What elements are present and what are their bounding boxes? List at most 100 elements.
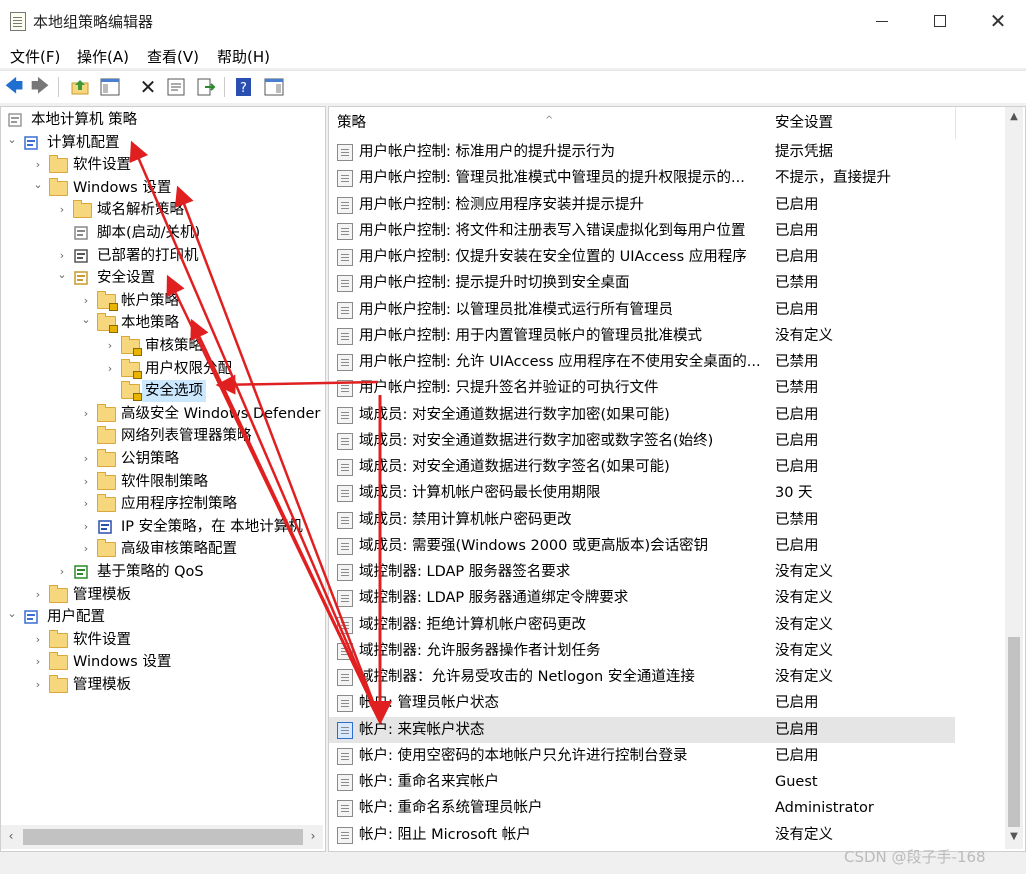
scroll-down-icon[interactable]: ▼: [1007, 831, 1021, 842]
collapse-chevron-icon[interactable]: ⌄: [7, 606, 17, 628]
tree-node[interactable]: 本地计算机 策略: [1, 109, 323, 131]
expand-chevron-icon[interactable]: ›: [81, 516, 91, 538]
policy-row[interactable]: 域控制器: 允许服务器操作者计划任务 没有定义: [329, 638, 955, 664]
tree-node[interactable]: ⌄ 计算机配置: [1, 132, 323, 154]
tree-node[interactable]: › 已部署的打印机: [1, 245, 323, 267]
back-arrow-icon[interactable]: 🡄: [4, 77, 24, 97]
policy-row[interactable]: 用户帐户控制: 管理员批准模式中管理员的提升权限提示的... 不提示，直接提升: [329, 165, 955, 191]
policy-row[interactable]: 用户帐户控制: 将文件和注册表写入错误虚拟化到每用户位置 已启用: [329, 218, 955, 244]
tree-node[interactable]: › 审核策略: [1, 335, 323, 357]
policy-row[interactable]: 用户帐户控制: 允许 UIAccess 应用程序在不使用安全桌面的... 已禁用: [329, 349, 955, 375]
policy-row[interactable]: 域控制器：允许易受攻击的 Netlogon 安全通道连接 没有定义: [329, 664, 955, 690]
policy-row[interactable]: 用户帐户控制: 仅提升安装在安全位置的 UIAccess 应用程序 已启用: [329, 244, 955, 270]
expand-chevron-icon[interactable]: ›: [105, 335, 115, 357]
tree-node[interactable]: ⌄ Windows 设置: [1, 177, 323, 199]
tree-node[interactable]: › 管理模板: [1, 674, 323, 696]
tree-node[interactable]: › 软件设置: [1, 154, 323, 176]
column-security-setting[interactable]: 安全设置: [775, 107, 956, 139]
tree-node[interactable]: › 用户权限分配: [1, 358, 323, 380]
tree-node[interactable]: › 软件设置: [1, 629, 323, 651]
tree-node[interactable]: › 管理模板: [1, 584, 323, 606]
maximize-button[interactable]: [910, 0, 970, 42]
policy-row[interactable]: 域控制器: LDAP 服务器签名要求 没有定义: [329, 559, 955, 585]
tree-node[interactable]: ⌄ 安全设置: [1, 267, 323, 289]
tree-node[interactable]: › 域名解析策略: [1, 199, 323, 221]
policy-row[interactable]: 帐户: 管理员帐户状态 已启用: [329, 690, 955, 716]
tree-node[interactable]: › 帐户策略: [1, 290, 323, 312]
tree-node[interactable]: › Windows 设置: [1, 651, 323, 673]
column-policy[interactable]: 策略 ^: [329, 107, 776, 139]
policy-row[interactable]: 域控制器: LDAP 服务器通道绑定令牌要求 没有定义: [329, 585, 955, 611]
policy-row[interactable]: 域成员: 对安全通道数据进行数字签名(如果可能) 已启用: [329, 454, 955, 480]
tree-node[interactable]: ⌄ 本地策略: [1, 312, 323, 334]
console-tree[interactable]: 本地计算机 策略 ⌄ 计算机配置 › 软件设置 ⌄ Windows 设置 › 域名解析策略 脚本(…: [0, 106, 326, 852]
scrollbar-thumb[interactable]: [23, 829, 303, 845]
help-icon[interactable]: ?: [234, 77, 254, 97]
tree-node[interactable]: › 高级审核策略配置: [1, 538, 323, 560]
collapse-chevron-icon[interactable]: ⌄: [7, 132, 17, 154]
expand-chevron-icon[interactable]: ›: [105, 358, 115, 380]
policy-row[interactable]: 帐户: 使用空密码的本地帐户只允许进行控制台登录 已启用: [329, 743, 955, 769]
expand-chevron-icon[interactable]: ›: [81, 403, 91, 425]
collapse-chevron-icon[interactable]: ⌄: [33, 177, 43, 199]
policy-row[interactable]: 用户帐户控制: 提示提升时切换到安全桌面 已禁用: [329, 270, 955, 296]
policy-row[interactable]: 用户帐户控制: 以管理员批准模式运行所有管理员 已启用: [329, 297, 955, 323]
properties-icon[interactable]: [166, 77, 186, 97]
policy-row[interactable]: 用户帐户控制: 标准用户的提升提示行为 提示凭据: [329, 139, 955, 165]
menu-help[interactable]: 帮助(H): [217, 46, 270, 67]
close-button[interactable]: ✕: [968, 0, 1026, 42]
export-icon[interactable]: [196, 77, 216, 97]
menu-file[interactable]: 文件(F): [10, 46, 60, 67]
forward-arrow-icon[interactable]: 🡆: [30, 77, 50, 97]
expand-chevron-icon[interactable]: ›: [57, 199, 67, 221]
expand-chevron-icon[interactable]: ›: [33, 584, 43, 606]
policy-row[interactable]: 域成员: 需要强(Windows 2000 或更高版本)会话密钥 已启用: [329, 533, 955, 559]
minimize-button[interactable]: [852, 0, 912, 42]
menu-action[interactable]: 操作(A): [77, 46, 129, 67]
expand-chevron-icon[interactable]: ›: [57, 245, 67, 267]
scroll-left-icon[interactable]: ‹: [3, 829, 19, 843]
policy-row[interactable]: 用户帐户控制: 用于内置管理员帐户的管理员批准模式 没有定义: [329, 323, 955, 349]
list-vertical-scrollbar[interactable]: ▲ ▼: [1005, 107, 1023, 849]
expand-chevron-icon[interactable]: ›: [81, 493, 91, 515]
show-hide-tree-icon[interactable]: [100, 77, 120, 97]
policy-row[interactable]: 域成员: 对安全通道数据进行数字加密(如果可能) 已启用: [329, 402, 955, 428]
tree-node[interactable]: 脚本(启动/关机): [1, 222, 323, 244]
policy-row[interactable]: 域成员: 计算机帐户密码最长使用期限 30 天: [329, 480, 955, 506]
tree-node[interactable]: › 基于策略的 QoS: [1, 561, 323, 583]
tree-node[interactable]: › 应用程序控制策略: [1, 493, 323, 515]
up-folder-icon[interactable]: [70, 77, 90, 97]
expand-chevron-icon[interactable]: ›: [81, 448, 91, 470]
expand-chevron-icon[interactable]: ›: [33, 674, 43, 696]
policy-row[interactable]: 帐户: 阻止 Microsoft 帐户 没有定义: [329, 822, 955, 848]
tree-node[interactable]: › 软件限制策略: [1, 471, 323, 493]
menu-view[interactable]: 查看(V): [147, 46, 199, 67]
tree-node[interactable]: ⌄ 用户配置: [1, 606, 323, 628]
tree-node[interactable]: › 公钥策略: [1, 448, 323, 470]
expand-chevron-icon[interactable]: ›: [81, 471, 91, 493]
policy-row[interactable]: 域控制器: 拒绝计算机帐户密码更改 没有定义: [329, 612, 955, 638]
tree-node[interactable]: › IP 安全策略，在 本地计算机: [1, 516, 323, 538]
tree-node[interactable]: 安全选项: [1, 380, 323, 403]
policy-row[interactable]: 域成员: 禁用计算机帐户密码更改 已禁用: [329, 507, 955, 533]
policy-row[interactable]: 用户帐户控制: 只提升签名并验证的可执行文件 已禁用: [329, 375, 955, 401]
policy-row[interactable]: 帐户: 重命名来宾帐户 Guest: [329, 769, 955, 795]
scroll-up-icon[interactable]: ▲: [1007, 111, 1021, 122]
tree-node[interactable]: › 高级安全 Windows Defender: [1, 403, 323, 425]
expand-chevron-icon[interactable]: ›: [81, 538, 91, 560]
expand-chevron-icon[interactable]: ›: [81, 290, 91, 312]
expand-chevron-icon[interactable]: ›: [57, 561, 67, 583]
collapse-chevron-icon[interactable]: ⌄: [57, 267, 67, 289]
collapse-chevron-icon[interactable]: ⌄: [81, 312, 91, 334]
policy-row[interactable]: 帐户: 重命名系统管理员帐户 Administrator: [329, 795, 955, 821]
policy-row[interactable]: 用户帐户控制: 检测应用程序安装并提示提升 已启用: [329, 192, 955, 218]
delete-icon[interactable]: ✕: [138, 77, 158, 97]
scrollbar-thumb[interactable]: [1008, 637, 1020, 827]
policy-row[interactable]: 域成员: 对安全通道数据进行数字加密或数字签名(始终) 已启用: [329, 428, 955, 454]
action-pane-icon[interactable]: [264, 77, 284, 97]
tree-node[interactable]: 网络列表管理器策略: [1, 425, 323, 447]
expand-chevron-icon[interactable]: ›: [33, 154, 43, 176]
scroll-right-icon[interactable]: ›: [305, 829, 321, 843]
policy-row[interactable]: 帐户: 来宾帐户状态 已启用: [329, 716, 955, 743]
expand-chevron-icon[interactable]: ›: [33, 651, 43, 673]
